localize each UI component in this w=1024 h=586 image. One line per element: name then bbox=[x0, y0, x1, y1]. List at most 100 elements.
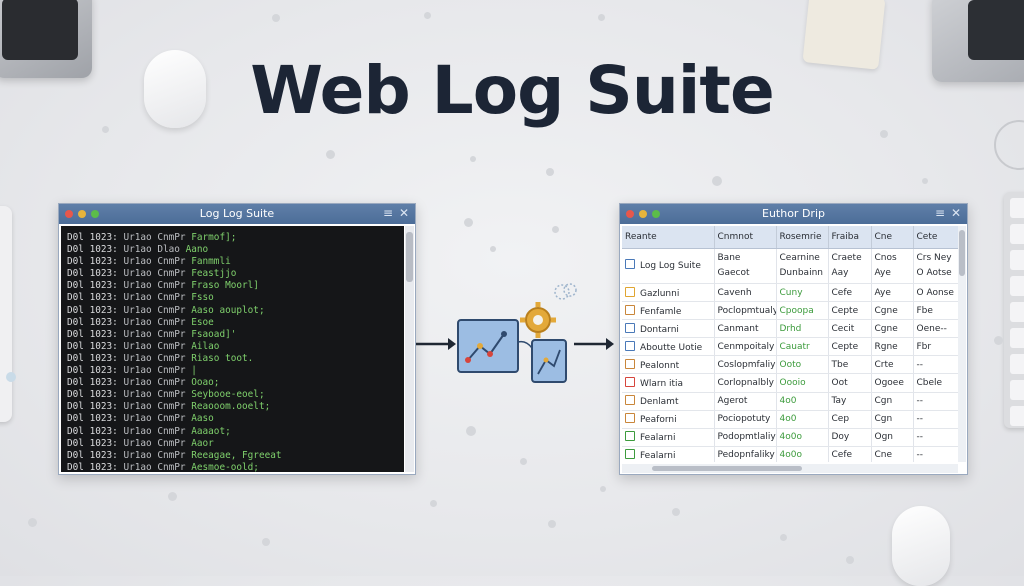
table-cell: Drhd bbox=[776, 319, 829, 339]
table-row[interactable]: Aboutte Uotie Cenmpoitaly Cauatr Cepte Rgne F… bbox=[622, 337, 958, 357]
log-source: Ur1ao CnmPr bbox=[123, 280, 186, 292]
log-source: Ur1ao CnmPr bbox=[123, 413, 186, 425]
log-date: D0l 1023: bbox=[67, 292, 118, 304]
table-cell: Crs Ney O Aotse bbox=[913, 248, 958, 284]
log-message: Farmof]; bbox=[191, 232, 237, 243]
column-header[interactable]: Cne bbox=[871, 226, 914, 249]
log-line: D0l 1023: Ur1ao CnmPr Seybooe-eoel; bbox=[67, 389, 398, 401]
log-source: Ur1ao CnmPr bbox=[123, 304, 186, 316]
log-date: D0l 1023: bbox=[67, 425, 118, 437]
log-message: Aaaaot; bbox=[191, 425, 231, 437]
table-cell: Ogoee bbox=[871, 373, 914, 393]
table-cell: Cauatr bbox=[776, 337, 829, 357]
folder-icon bbox=[625, 377, 635, 388]
row-name: Pealonnt bbox=[640, 360, 680, 371]
column-header[interactable]: Fraiba bbox=[828, 226, 872, 249]
table-cell: 4o0 bbox=[776, 410, 829, 429]
table-cell: Cne bbox=[871, 446, 914, 462]
data-table-window[interactable]: Euthor Drip ≡ ✕ Reante Cnmnot Rosemrie Frai… bbox=[619, 203, 968, 475]
row-name-cell: Log Log Suite bbox=[622, 248, 715, 284]
mouse-bottom bbox=[892, 506, 950, 586]
table-row[interactable]: Fealarni Pedopnfaliky 4o0o Cefe Cne -- bbox=[622, 446, 958, 462]
log-line: D0l 1023: Ur1ao CnmPr Reaooom.ooelt; bbox=[67, 401, 398, 413]
row-name-cell: Fealarni bbox=[622, 428, 715, 447]
table-row[interactable]: Wlarn itia Corlopnalbly Oooio Oot Ogoee Cbele bbox=[622, 373, 958, 393]
table-cell: -- bbox=[913, 446, 958, 462]
menu-icon[interactable]: ≡ bbox=[383, 206, 393, 220]
log-source: Ur1ao CnmPr bbox=[123, 232, 186, 243]
table-cell: -- bbox=[913, 428, 958, 447]
table-row[interactable]: Gazlunni Cavenh Cuny Cefe Aye O Aonse bbox=[622, 283, 958, 303]
log-message: Ailao bbox=[191, 340, 220, 352]
table-cell: Oot bbox=[828, 373, 872, 393]
row-name: Fenfamle bbox=[640, 306, 682, 317]
phone-edge bbox=[0, 206, 12, 422]
log-source: Ur1ao CnmPr bbox=[123, 340, 186, 352]
processing-flow-graphic bbox=[416, 283, 614, 383]
terminal-titlebar[interactable]: Log Log Suite ≡ ✕ bbox=[59, 204, 415, 224]
table-cell: Cuny bbox=[776, 283, 829, 303]
log-line: D0l 1023: Ur1ao CnmPr Fraso Moorl] bbox=[67, 280, 398, 292]
table-row[interactable]: Fealarni Podopmtlaliy 4o0o Doy Ogn -- bbox=[622, 428, 958, 447]
log-line: D0l 1023: Ur1ao CnmPr Fsaoad]' bbox=[67, 329, 398, 341]
table-cell: Craete Aay bbox=[828, 248, 872, 284]
log-line: D0l 1023: Ur1ao CnmPr Fsso bbox=[67, 292, 398, 304]
table-row[interactable]: Pealonnt Coslopmfaliy Ooto Tbe Crte -- bbox=[622, 355, 958, 375]
column-header[interactable]: Reante bbox=[622, 226, 715, 249]
table-horizontal-scrollbar[interactable] bbox=[622, 464, 958, 473]
arrow-right-icon bbox=[574, 338, 614, 350]
log-source: Ur1ao CnmPr bbox=[123, 377, 186, 389]
folder-icon bbox=[625, 358, 635, 369]
table-cell: -- bbox=[913, 410, 958, 429]
log-line: D0l 1023: Ur1ao CnmPr Aaaaot; bbox=[67, 426, 398, 438]
row-name: Aboutte Uotie bbox=[640, 342, 703, 353]
scrollbar-thumb[interactable] bbox=[652, 466, 802, 471]
terminal-output[interactable]: D0l 1023: Ur1ao CnmPr Farmof]; D0l 1023: … bbox=[61, 226, 404, 473]
table-row[interactable]: Denlamt Agerot 4o0 Tay Cgn -- bbox=[622, 392, 958, 411]
table-cell: Ogn bbox=[871, 428, 914, 447]
column-header[interactable]: Cete bbox=[913, 226, 958, 249]
row-name-cell: Wlarn itia bbox=[622, 373, 715, 393]
row-name: Wlarn itia bbox=[640, 379, 684, 390]
table-cell: Cecit bbox=[828, 319, 872, 339]
row-name: Peaforni bbox=[640, 415, 677, 426]
table-titlebar[interactable]: Euthor Drip ≡ ✕ bbox=[620, 204, 967, 224]
keyboard-edge bbox=[1004, 192, 1024, 428]
log-source: Ur1ao CnmPr bbox=[123, 328, 186, 340]
log-date: D0l 1023: bbox=[67, 340, 118, 352]
column-header[interactable]: Cnmnot bbox=[714, 226, 777, 249]
table-cell: Oene-- bbox=[913, 319, 958, 339]
table-row[interactable]: Dontarni Canmant Drhd Cecit Cgne Oene-- bbox=[622, 319, 958, 339]
log-source: Ur1ao CnmPr bbox=[123, 316, 186, 328]
column-header[interactable]: Rosemrie bbox=[776, 226, 829, 249]
table-cell: -- bbox=[913, 355, 958, 375]
log-message: Seybooe-eoel; bbox=[191, 389, 265, 401]
scrollbar-thumb[interactable] bbox=[406, 232, 413, 282]
arrow-right-icon bbox=[416, 338, 456, 350]
table-window-title: Euthor Drip bbox=[762, 207, 825, 220]
log-date: D0l 1023: bbox=[67, 268, 118, 280]
folder-icon bbox=[625, 286, 635, 297]
log-line: D0l 1023: Ur1ao CnmPr Fanmmli bbox=[67, 256, 398, 268]
table-cell: Cepte bbox=[828, 301, 872, 321]
table-row[interactable]: Fenfamle Poclopmtualy Cpoopa Cepte Cgne Fbe bbox=[622, 301, 958, 321]
table-cell: Cbele bbox=[913, 373, 958, 393]
folder-icon bbox=[625, 395, 635, 406]
close-icon[interactable]: ✕ bbox=[399, 206, 409, 220]
table-cell: -- bbox=[913, 392, 958, 411]
close-icon[interactable]: ✕ bbox=[951, 206, 961, 220]
row-name-cell: Aboutte Uotie bbox=[622, 337, 715, 357]
log-line: D0l 1023: Ur1ao CnmPr Ooao; bbox=[67, 377, 398, 389]
log-message: Aano bbox=[185, 244, 209, 256]
log-line: D0l 1023: Ur1ao CnmPr Farmof]; bbox=[67, 232, 398, 244]
log-terminal-window[interactable]: Log Log Suite ≡ ✕ D0l 1023: Ur1ao CnmPr … bbox=[58, 203, 416, 475]
table-vertical-scrollbar[interactable] bbox=[958, 226, 966, 462]
log-source: Ur1ao CnmPr bbox=[123, 268, 186, 280]
menu-icon[interactable]: ≡ bbox=[935, 206, 945, 220]
log-line: D0l 1023: Ur1ao CnmPr Feastjjo bbox=[67, 268, 398, 280]
table-row[interactable]: Peaforni Pociopotuty 4o0 Cep Cgn -- bbox=[622, 410, 958, 429]
data-table-container[interactable]: Reante Cnmnot Rosemrie Fraiba Cne Cete Log Lo… bbox=[622, 226, 958, 462]
log-date: D0l 1023: bbox=[67, 449, 118, 461]
scrollbar-thumb[interactable] bbox=[959, 230, 965, 276]
table-row[interactable]: Log Log Suite Bane Gaecot Cearnine Dunbain… bbox=[622, 248, 958, 284]
